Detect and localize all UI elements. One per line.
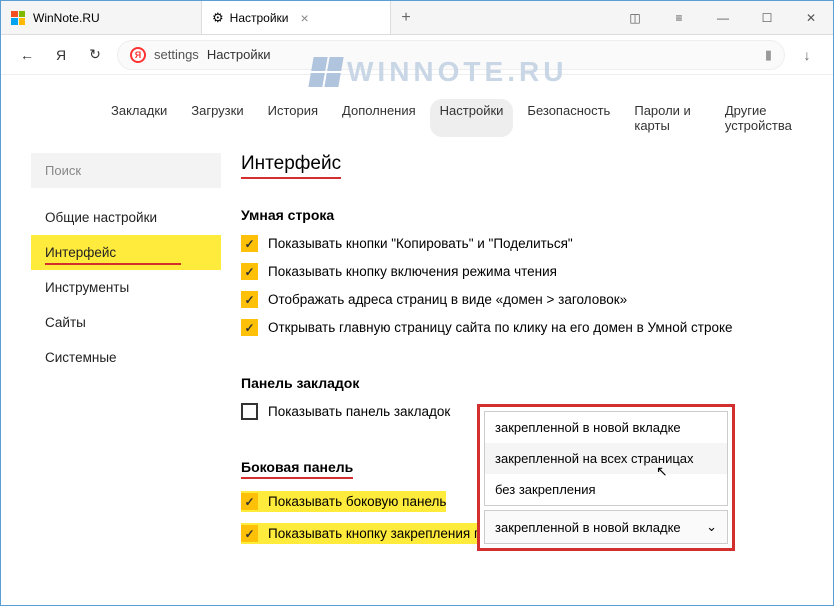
nav-passwords[interactable]: Пароли и карты bbox=[624, 99, 711, 137]
tab-settings[interactable]: ⚙ Настройки × bbox=[201, 1, 391, 34]
dropdown-option-no-pin[interactable]: без закрепления bbox=[485, 474, 727, 505]
opt-domain-title[interactable]: Отображать адреса страниц в виде «домен … bbox=[241, 291, 803, 308]
new-tab-button[interactable]: + bbox=[391, 1, 421, 34]
opt-copy-share[interactable]: Показывать кнопки "Копировать" и "Подели… bbox=[241, 235, 803, 252]
sidebar-item-interface[interactable]: Интерфейс bbox=[31, 235, 221, 270]
sidebar-item-sites[interactable]: Сайты bbox=[31, 305, 221, 340]
bookmarks-panel-heading: Панель закладок bbox=[241, 375, 803, 391]
menu-icon[interactable]: ≡ bbox=[657, 1, 701, 34]
address-path: settings bbox=[154, 47, 199, 62]
reload-button[interactable]: ↻ bbox=[83, 43, 107, 67]
browser-toolbar: ← Я ↻ Я settings Настройки ▮ ↓ bbox=[1, 35, 833, 75]
tab-close-button[interactable]: × bbox=[301, 10, 309, 26]
sidebar-item-general[interactable]: Общие настройки bbox=[31, 200, 221, 235]
yandex-home-button[interactable]: Я bbox=[49, 43, 73, 67]
ms-logo-icon bbox=[11, 11, 25, 25]
settings-top-nav: Закладки Загрузки История Дополнения Нас… bbox=[1, 75, 833, 153]
settings-sidebar: Поиск Общие настройки Интерфейс Инструме… bbox=[31, 153, 221, 555]
checkbox-icon[interactable] bbox=[241, 319, 258, 336]
minimize-button[interactable]: — bbox=[701, 1, 745, 34]
dropdown-selected-label: закрепленной в новой вкладке bbox=[495, 520, 681, 535]
dropdown-select[interactable]: закрепленной в новой вкладке ⌄ bbox=[484, 510, 728, 544]
nav-downloads[interactable]: Загрузки bbox=[181, 99, 253, 137]
search-input[interactable]: Поиск bbox=[31, 153, 221, 188]
chevron-down-icon: ⌄ bbox=[706, 519, 717, 535]
nav-security[interactable]: Безопасность bbox=[517, 99, 620, 137]
opt-show-side-panel[interactable]: Показывать боковую панель bbox=[241, 491, 446, 512]
checkbox-icon[interactable] bbox=[241, 235, 258, 252]
nav-history[interactable]: История bbox=[258, 99, 328, 137]
checkbox-icon[interactable] bbox=[241, 403, 258, 420]
dropdown-option-new-tab[interactable]: закрепленной в новой вкладке bbox=[485, 412, 727, 443]
side-panel-heading: Боковая панель bbox=[241, 459, 353, 479]
opt-reader-mode[interactable]: Показывать кнопку включения режима чтени… bbox=[241, 263, 803, 280]
maximize-button[interactable]: ☐ bbox=[745, 1, 789, 34]
tab-title: WinNote.RU bbox=[33, 11, 100, 25]
back-button[interactable]: ← bbox=[15, 43, 39, 67]
checkbox-icon[interactable] bbox=[241, 525, 258, 542]
nav-bookmarks[interactable]: Закладки bbox=[101, 99, 177, 137]
smart-bar-heading: Умная строка bbox=[241, 207, 803, 223]
download-button[interactable]: ↓ bbox=[795, 43, 819, 67]
opt-open-domain[interactable]: Открывать главную страницу сайта по клик… bbox=[241, 319, 803, 336]
sidebar-item-system[interactable]: Системные bbox=[31, 340, 221, 375]
tab-title: Настройки bbox=[230, 11, 289, 25]
sidebar-item-tools[interactable]: Инструменты bbox=[31, 270, 221, 305]
checkbox-icon[interactable] bbox=[241, 291, 258, 308]
checkbox-icon[interactable] bbox=[241, 263, 258, 280]
nav-settings[interactable]: Настройки bbox=[430, 99, 514, 137]
yandex-logo-icon: Я bbox=[130, 47, 146, 63]
section-heading: Интерфейс bbox=[241, 153, 341, 179]
dropdown-popup: закрепленной в новой вкладке закрепленно… bbox=[477, 404, 735, 551]
checkbox-icon[interactable] bbox=[241, 493, 258, 510]
bookmark-icon[interactable]: ▮ bbox=[765, 47, 772, 63]
nav-devices[interactable]: Другие устройства bbox=[715, 99, 813, 137]
address-title: Настройки bbox=[207, 47, 271, 62]
nav-addons[interactable]: Дополнения bbox=[332, 99, 426, 137]
gear-icon: ⚙ bbox=[212, 10, 224, 26]
dropdown-list: закрепленной в новой вкладке закрепленно… bbox=[484, 411, 728, 506]
dropdown-option-all-pages[interactable]: закрепленной на всех страницах bbox=[485, 443, 727, 474]
address-bar[interactable]: Я settings Настройки ▮ bbox=[117, 40, 785, 70]
cursor-hand-icon: ↖ bbox=[656, 463, 668, 480]
reader-icon[interactable]: ◫ bbox=[613, 1, 657, 34]
titlebar: WinNote.RU ⚙ Настройки × + ◫ ≡ — ☐ ✕ bbox=[1, 1, 833, 35]
tab-winnote[interactable]: WinNote.RU bbox=[1, 1, 201, 34]
close-window-button[interactable]: ✕ bbox=[789, 1, 833, 34]
